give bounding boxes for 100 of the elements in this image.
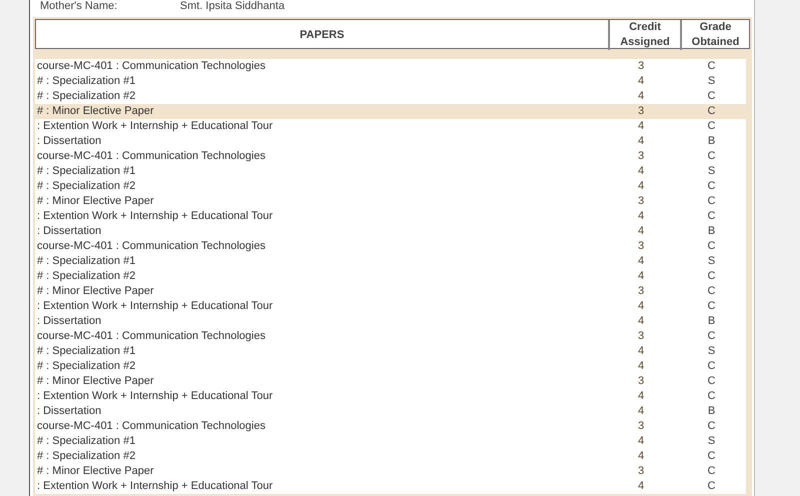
table-row[interactable]: course-MC-401 : Communication Technologies 3 C (35, 329, 746, 344)
credit-value: 3 (636, 464, 646, 479)
credit-value: 4 (636, 209, 646, 224)
grade-value: C (706, 464, 716, 479)
grade-value: B (706, 404, 716, 419)
table-row[interactable]: # : Specialization #2 4 C (35, 269, 746, 284)
grade-value: C (706, 59, 716, 74)
grade-value: C (706, 374, 716, 389)
table-row[interactable]: # : Specialization #1 4 S (35, 74, 746, 89)
table-row[interactable]: course-MC-401 : Communication Technologies 3 C (35, 59, 746, 74)
grade-value: C (706, 449, 716, 464)
table-row[interactable]: : Dissertation 4 B (35, 224, 746, 239)
grade-value: C (706, 419, 716, 434)
grade-value: C (706, 194, 716, 209)
paper-name: # : Specialization #1 (36, 344, 136, 359)
credit-value: 3 (636, 104, 646, 119)
table-row[interactable]: course-MC-401 : Communication Technologies 3 C (35, 239, 746, 254)
table-row[interactable]: course-MC-401 : Communication Technologies 3 C (35, 419, 746, 434)
grade-value: C (706, 284, 716, 299)
credit-value: 4 (636, 164, 646, 179)
grade-value: S (706, 434, 716, 449)
grade-value: C (706, 149, 716, 164)
grade-value: C (706, 269, 716, 284)
table-row[interactable]: # : Specialization #2 4 C (35, 449, 746, 464)
paper-name: : Extention Work + Internship + Educational Tour (36, 119, 274, 134)
credit-value: 4 (636, 434, 646, 449)
credit-value: 3 (636, 239, 646, 254)
table-row[interactable]: : Extention Work + Internship + Educational Tour 4 C (35, 209, 746, 224)
paper-name: : Extention Work + Internship + Educational Tour (36, 299, 274, 314)
paper-name: # : Minor Elective Paper (36, 194, 155, 209)
table-row[interactable]: # : Specialization #2 4 C (35, 179, 746, 194)
grade-value: S (706, 74, 716, 89)
credit-value: 4 (636, 74, 646, 89)
table-row[interactable]: # : Specialization #1 4 S (35, 434, 746, 449)
credit-value: 4 (636, 179, 646, 194)
credit-value: 3 (636, 194, 646, 209)
field-label: Mother's Name: (40, 0, 118, 12)
credit-value: 3 (636, 284, 646, 299)
paper-name: course-MC-401 : Communication Technologies (36, 59, 266, 74)
table-row[interactable]: # : Specialization #2 4 C (35, 359, 746, 374)
paper-name: # : Specialization #1 (36, 164, 136, 179)
paper-name: course-MC-401 : Communication Technologies (36, 149, 266, 164)
table-row[interactable]: # : Specialization #1 4 S (35, 164, 746, 179)
grade-value: C (706, 119, 716, 134)
credit-value: 4 (636, 449, 646, 464)
table-row[interactable]: : Dissertation 4 B (35, 314, 746, 329)
credit-value: 4 (636, 254, 646, 269)
column-header: Grade Obtained (680, 20, 749, 50)
column-header: Credit Assigned (608, 20, 680, 50)
paper-name: : Dissertation (36, 404, 102, 419)
grade-value: B (706, 314, 716, 329)
paper-name: : Dissertation (36, 314, 102, 329)
credit-value: 3 (636, 374, 646, 389)
credit-value: 4 (636, 224, 646, 239)
field-value: Smt. Ipsita Siddhanta (180, 0, 285, 12)
credit-value: 3 (636, 329, 646, 344)
table-row[interactable]: # : Minor Elective Paper 3 C (35, 374, 746, 389)
grade-value: C (706, 89, 716, 104)
credit-value: 4 (636, 269, 646, 284)
table-row[interactable]: # : Minor Elective Paper 3 C (35, 464, 746, 479)
grade-value: C (706, 299, 716, 314)
table-row[interactable]: : Extention Work + Internship + Educational Tour 4 C (35, 299, 746, 314)
grade-value: C (706, 104, 716, 119)
grade-value: S (706, 164, 716, 179)
table-row[interactable]: : Extention Work + Internship + Educational Tour 4 C (35, 119, 746, 134)
grade-value: C (706, 209, 716, 224)
paper-name: # : Specialization #1 (36, 434, 136, 449)
table-row[interactable]: : Dissertation 4 B (35, 134, 746, 149)
credit-value: 4 (636, 479, 646, 494)
grade-value: S (706, 254, 716, 269)
paper-name: # : Specialization #1 (36, 74, 136, 89)
table-row[interactable]: # : Minor Elective Paper 3 C (35, 194, 746, 209)
table-row[interactable]: # : Specialization #1 4 S (35, 254, 746, 269)
paper-name: # : Specialization #2 (36, 179, 136, 194)
paper-name: : Dissertation (36, 224, 102, 239)
table-row[interactable]: : Extention Work + Internship + Educational Tour 4 C (35, 479, 746, 494)
table-row[interactable]: # : Specialization #1 4 S (35, 344, 746, 359)
paper-name: # : Specialization #2 (36, 449, 136, 464)
credit-value: 3 (636, 149, 646, 164)
paper-name: # : Specialization #2 (36, 89, 136, 104)
grade-value: B (706, 224, 716, 239)
table-row[interactable]: : Extention Work + Internship + Educational Tour 4 C (35, 389, 746, 404)
table-row[interactable]: : Dissertation 4 B (35, 404, 746, 419)
paper-name: : Extention Work + Internship + Educational Tour (36, 389, 274, 404)
grade-value: S (706, 344, 716, 359)
table-row[interactable]: course-MC-401 : Communication Technologies 3 C (35, 149, 746, 164)
paper-name: # : Minor Elective Paper (36, 284, 155, 299)
grade-value: B (706, 134, 716, 149)
paper-name: : Dissertation (36, 134, 102, 149)
table-row[interactable]: # : Minor Elective Paper 3 C (35, 284, 746, 299)
paper-name: # : Specialization #2 (36, 269, 136, 284)
paper-name: : Extention Work + Internship + Educational Tour (36, 479, 274, 494)
paper-name: course-MC-401 : Communication Technologies (36, 239, 266, 254)
grade-value: C (706, 479, 716, 494)
paper-name: # : Minor Elective Paper (36, 104, 155, 119)
table-row[interactable]: # : Specialization #2 4 C (35, 89, 746, 104)
credit-value: 4 (636, 134, 646, 149)
column-header: PAPERS (298, 28, 346, 42)
paper-name: course-MC-401 : Communication Technologies (36, 419, 266, 434)
credit-value: 3 (636, 419, 646, 434)
